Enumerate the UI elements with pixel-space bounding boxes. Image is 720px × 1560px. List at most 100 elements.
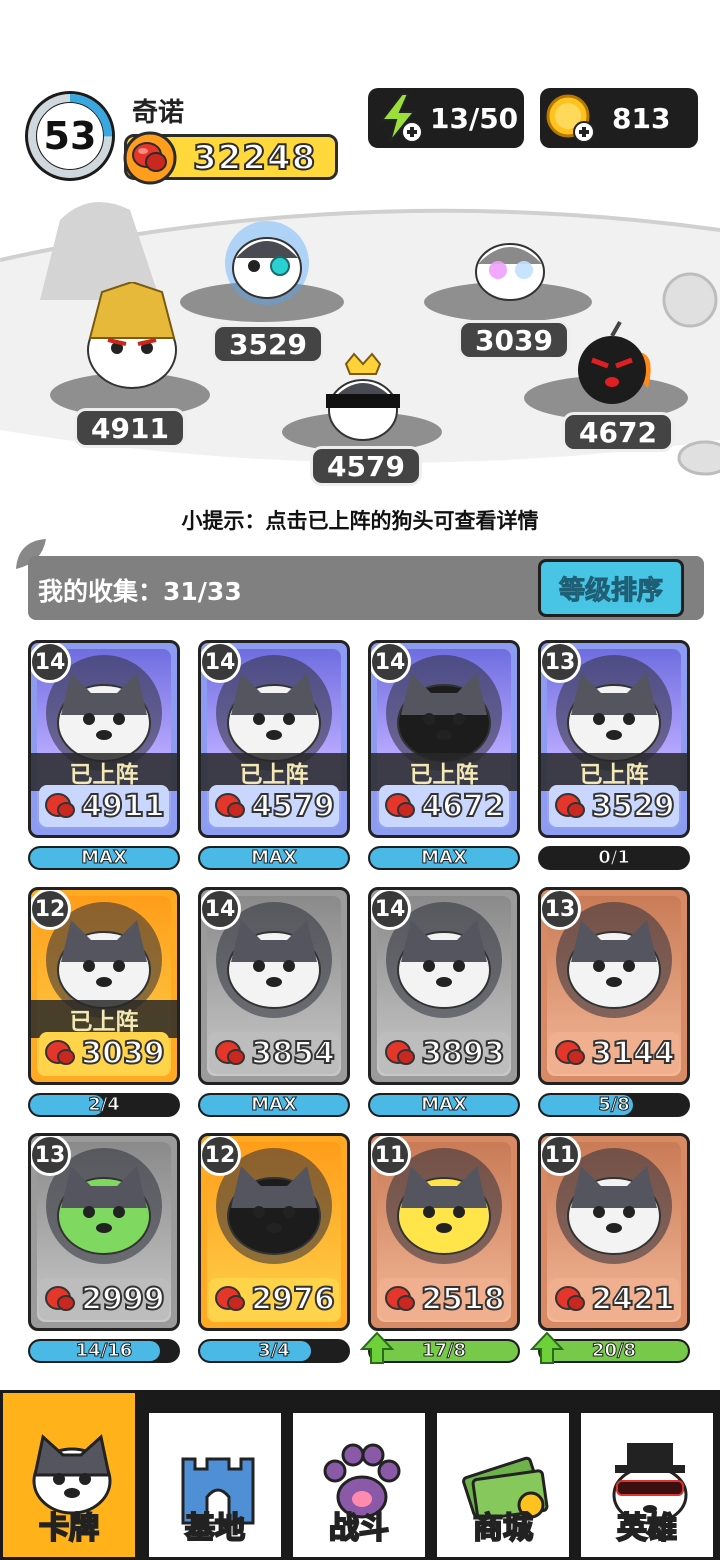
arena-dog-cyber-eye[interactable] bbox=[222, 218, 312, 308]
arena-power-plaque: 4579 bbox=[310, 446, 422, 486]
card-power: 3854 bbox=[209, 1032, 339, 1074]
tab-label: 战斗 bbox=[328, 1510, 390, 1547]
card-level-badge: 14 bbox=[201, 890, 241, 930]
tab-label: 基地 bbox=[184, 1510, 246, 1547]
card-power: 4579 bbox=[209, 785, 339, 827]
dog-card[interactable]: 14 已上阵 4672 bbox=[368, 640, 520, 838]
upgrade-arrow-icon[interactable] bbox=[530, 1331, 564, 1365]
arena-dog-cool-sunglasses[interactable] bbox=[318, 350, 408, 450]
card-progress-bar: MAX bbox=[368, 1093, 520, 1117]
card-power: 3529 bbox=[549, 785, 679, 827]
dog-card[interactable]: 11 2421 bbox=[538, 1133, 690, 1331]
card-level-badge: 13 bbox=[541, 890, 581, 930]
coin-counter[interactable]: 813 bbox=[540, 88, 698, 148]
card-progress-bar: 14/16 bbox=[28, 1339, 180, 1363]
card-progress-bar: 5/8 bbox=[538, 1093, 690, 1117]
player-name: 奇诺 bbox=[132, 98, 185, 128]
card-power-value: 4911 bbox=[80, 788, 165, 825]
arena: 4911 3529 4579 3039 4672 bbox=[0, 190, 720, 500]
card-power-value: 2518 bbox=[420, 1281, 505, 1318]
card-power: 2999 bbox=[39, 1278, 169, 1320]
dog-card[interactable]: 14 3854 bbox=[198, 887, 350, 1085]
boxing-glove-icon bbox=[555, 1040, 586, 1065]
progress-text: 2/4 bbox=[88, 1094, 121, 1115]
arena-power-plaque: 4911 bbox=[74, 408, 186, 448]
card-level-badge: 13 bbox=[541, 643, 581, 683]
tab-label: 卡牌 bbox=[38, 1510, 100, 1547]
tab-heroes[interactable]: 英雄 bbox=[578, 1410, 716, 1560]
total-power-pill: 32248 bbox=[123, 131, 338, 185]
upgrade-arrow-icon[interactable] bbox=[360, 1331, 394, 1365]
tab-label: 英雄 bbox=[616, 1510, 678, 1547]
card-power-value: 4579 bbox=[250, 788, 335, 825]
boxing-glove-icon bbox=[215, 793, 246, 818]
card-power: 2421 bbox=[549, 1278, 679, 1320]
card-power: 2518 bbox=[379, 1278, 509, 1320]
arena-power-plaque: 3039 bbox=[458, 320, 570, 360]
boxing-glove-icon bbox=[45, 1040, 76, 1065]
progress-text: 5/8 bbox=[598, 1094, 631, 1115]
card-level-badge: 14 bbox=[371, 643, 411, 683]
card-power-value: 2976 bbox=[250, 1281, 335, 1318]
boxing-glove-icon bbox=[45, 793, 76, 818]
progress-text: MAX bbox=[251, 847, 298, 868]
energy-counter[interactable]: 13/50 bbox=[368, 88, 524, 148]
arena-dog-bomb[interactable] bbox=[568, 318, 662, 408]
arena-dog-golden-warrior[interactable] bbox=[82, 282, 182, 392]
tab-cards[interactable]: 卡牌 bbox=[0, 1390, 138, 1560]
card-power: 2976 bbox=[209, 1278, 339, 1320]
card-progress-bar: MAX bbox=[28, 846, 180, 870]
card-progress-bar: 3/4 bbox=[198, 1339, 350, 1363]
card-power: 3893 bbox=[379, 1032, 509, 1074]
boxing-glove-icon bbox=[45, 1286, 76, 1311]
dog-card[interactable]: 14 3893 bbox=[368, 887, 520, 1085]
boxing-glove-icon bbox=[215, 1040, 246, 1065]
tab-label: 商城 bbox=[472, 1510, 534, 1547]
card-power-value: 2999 bbox=[80, 1281, 165, 1318]
progress-text: 3/4 bbox=[258, 1340, 291, 1361]
card-progress-bar: MAX bbox=[198, 846, 350, 870]
progress-text: 0/1 bbox=[598, 847, 631, 868]
card-power-value: 4672 bbox=[420, 788, 505, 825]
dog-card[interactable]: 14 已上阵 4579 bbox=[198, 640, 350, 838]
card-level-badge: 11 bbox=[371, 1136, 411, 1176]
boxing-glove-icon bbox=[385, 1286, 416, 1311]
boxing-glove-icon bbox=[385, 1040, 416, 1065]
player-level: 53 bbox=[43, 114, 97, 158]
collection-count: 我的收集：31/33 bbox=[38, 577, 242, 606]
dog-card[interactable]: 13 已上阵 3529 bbox=[538, 640, 690, 838]
dog-card[interactable]: 12 已上阵 3039 bbox=[28, 887, 180, 1085]
card-progress-bar: 0/1 bbox=[538, 846, 690, 870]
arena-dog-laser-eyes[interactable] bbox=[468, 226, 552, 306]
player-level-badge[interactable]: 53 bbox=[22, 88, 118, 184]
sort-by-level-button[interactable]: 等级排序 bbox=[538, 559, 684, 617]
card-power-value: 3039 bbox=[80, 1035, 165, 1072]
tab-shop[interactable]: 商城 bbox=[434, 1410, 572, 1560]
dog-card[interactable]: 13 3144 bbox=[538, 887, 690, 1085]
card-power: 3144 bbox=[549, 1032, 679, 1074]
card-power-value: 3854 bbox=[250, 1035, 335, 1072]
dog-card[interactable]: 13 2999 bbox=[28, 1133, 180, 1331]
card-level-badge: 14 bbox=[201, 643, 241, 683]
bottom-nav: 卡牌 基地 战斗 商城 英雄 bbox=[0, 1390, 720, 1560]
boxing-glove-icon bbox=[123, 131, 177, 185]
boxing-glove-icon bbox=[555, 1286, 586, 1311]
progress-text: MAX bbox=[421, 1094, 468, 1115]
card-level-badge: 14 bbox=[31, 643, 71, 683]
boxing-glove-icon bbox=[385, 793, 416, 818]
coin-value: 813 bbox=[612, 102, 671, 135]
lightning-plus-icon bbox=[379, 93, 423, 143]
card-level-badge: 14 bbox=[371, 890, 411, 930]
progress-text: 14/16 bbox=[75, 1340, 133, 1361]
energy-value: 13/50 bbox=[430, 102, 519, 135]
card-power: 3039 bbox=[39, 1032, 169, 1074]
tab-base[interactable]: 基地 bbox=[146, 1410, 284, 1560]
tab-battle[interactable]: 战斗 bbox=[290, 1410, 428, 1560]
dog-card[interactable]: 14 已上阵 4911 bbox=[28, 640, 180, 838]
card-power-value: 2421 bbox=[590, 1281, 675, 1318]
card-progress-bar: MAX bbox=[368, 846, 520, 870]
dog-card[interactable]: 12 2976 bbox=[198, 1133, 350, 1331]
dog-card[interactable]: 11 2518 bbox=[368, 1133, 520, 1331]
arena-power-plaque: 3529 bbox=[212, 324, 324, 364]
card-power-value: 3893 bbox=[420, 1035, 505, 1072]
